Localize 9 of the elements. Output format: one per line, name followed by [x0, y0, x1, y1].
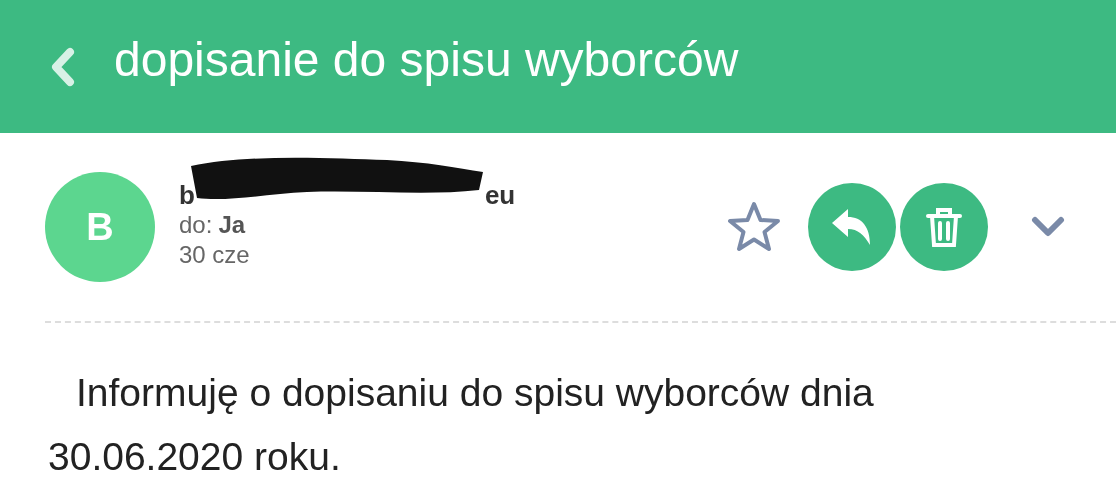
sender-avatar: B	[45, 172, 155, 282]
message-date: 30 cze	[179, 240, 251, 270]
recipient-label: do:	[179, 210, 213, 240]
trash-icon	[924, 205, 964, 249]
subject-title: dopisanie do spisu wyborców	[114, 35, 739, 88]
message-body: Informuję o dopisaniu do spisu wyborców dnia 30.06.2020 roku.	[47, 370, 875, 480]
sender-address: eu	[484, 182, 516, 208]
sender-address: b	[179, 182, 195, 208]
recipient-name: Ja	[218, 210, 246, 240]
